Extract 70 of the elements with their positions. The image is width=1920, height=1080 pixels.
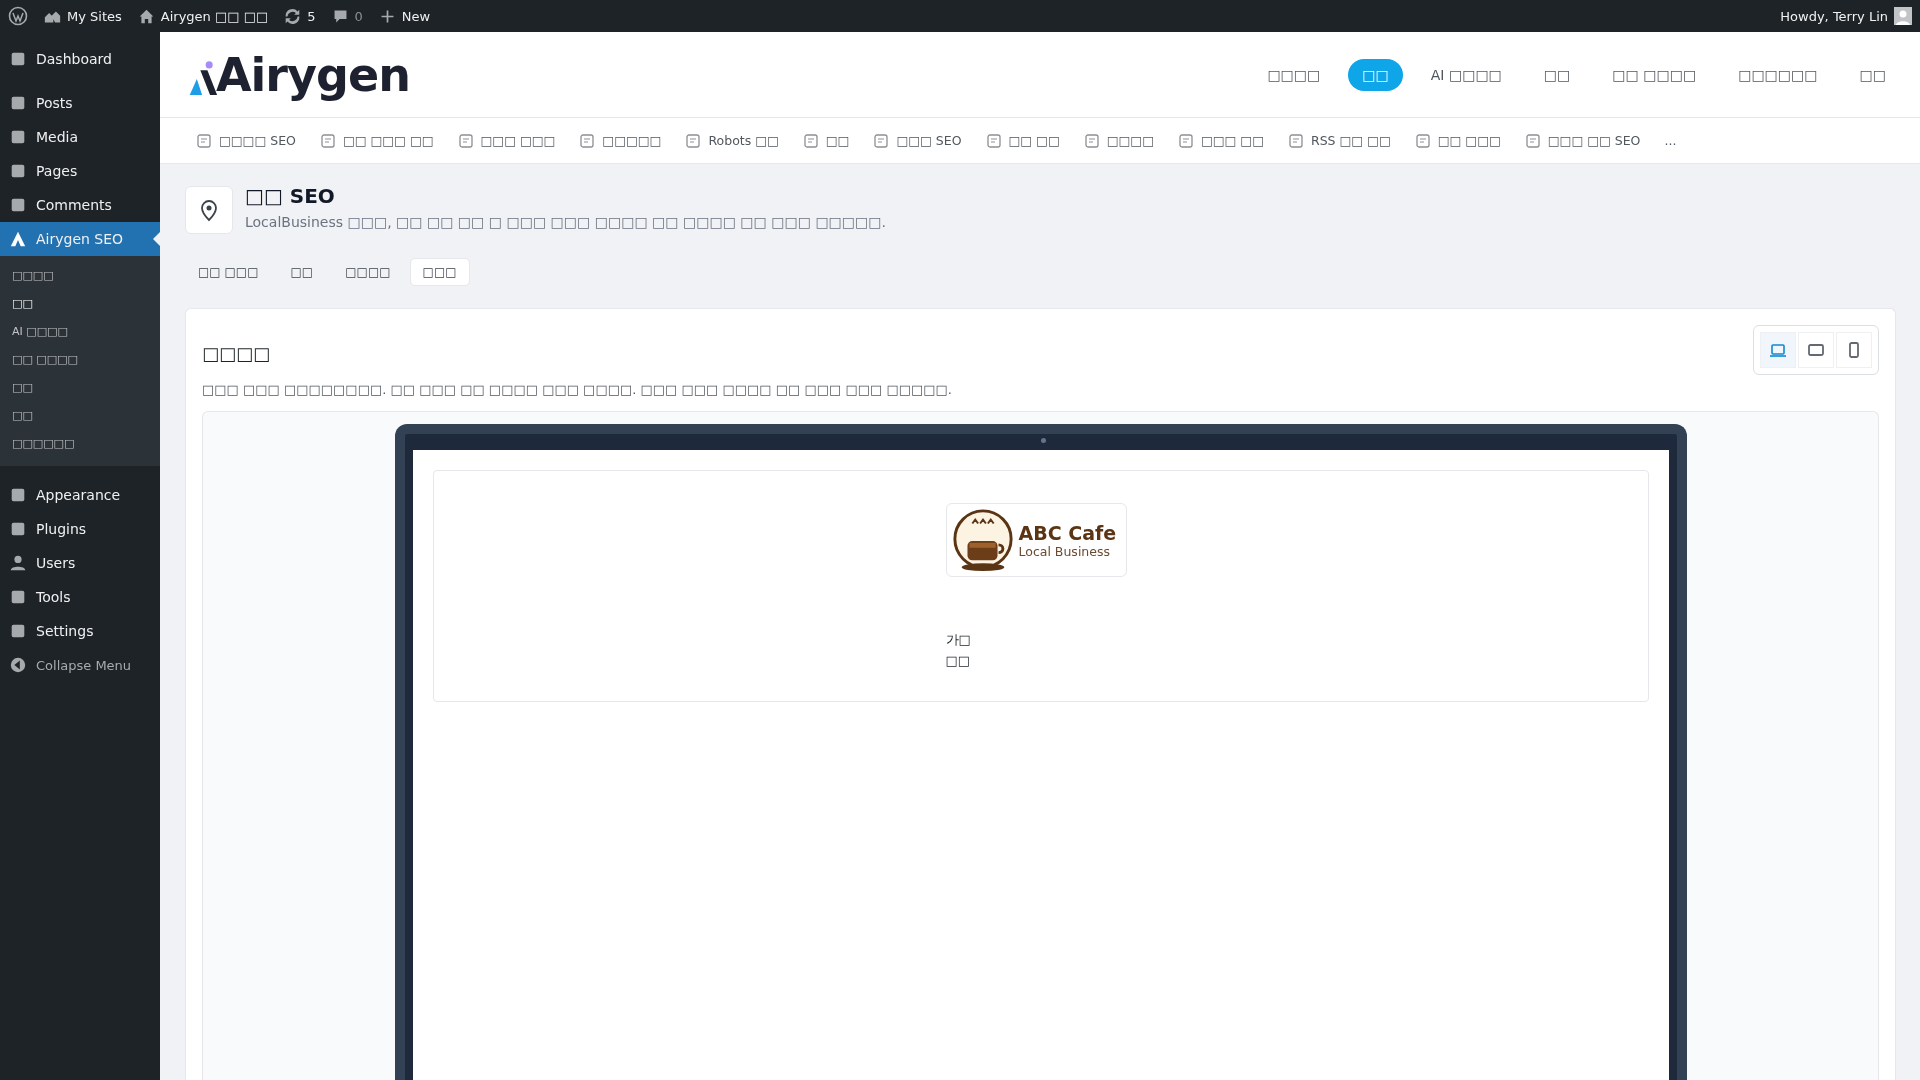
card-title: □□□□ <box>202 343 272 364</box>
comments-menu-item[interactable]: 0 <box>331 7 363 25</box>
header-nav-tab[interactable]: □□□□□□ <box>1724 58 1832 91</box>
collapse-icon <box>9 656 27 674</box>
wordpress-logo-icon[interactable] <box>8 6 28 26</box>
module-tab[interactable]: □□□□ SEO <box>196 132 296 149</box>
card-description: □□□ □□□ □□□□□□□□. □□ □□□ □□ □□□□ □□□ □□□□. □□□ □□□ □□□□ □□ □□□ □□□ □□□□□. <box>202 382 952 397</box>
home-icon <box>137 7 155 25</box>
airygen-icon <box>9 230 27 248</box>
desktop-view-button[interactable] <box>1760 332 1796 368</box>
section-tab[interactable]: □□□□ <box>332 258 404 286</box>
submenu-item[interactable]: AI □□□□ <box>0 318 160 346</box>
users-icon <box>9 554 27 572</box>
submenu-item[interactable]: □□ <box>0 290 160 318</box>
module-tab[interactable]: □□ □□ <box>985 132 1060 149</box>
sidebar-item[interactable]: Collapse Menu <box>0 648 160 682</box>
page-title: □□ SEO <box>245 184 336 208</box>
new-menu-item[interactable]: New <box>378 7 431 25</box>
submenu-item[interactable]: □□ <box>0 374 160 402</box>
module-tab[interactable]: □□□□□ <box>579 132 662 149</box>
header-nav-tab[interactable]: □□□□ <box>1253 58 1335 91</box>
module-tab[interactable]: RSS □□ □□ <box>1288 132 1391 149</box>
sidebar-item[interactable]: Users <box>0 546 160 580</box>
sidebar-item[interactable]: Pages <box>0 154 160 188</box>
module-tab[interactable]: □□ □□□ □□ <box>319 132 434 149</box>
section-tab[interactable]: □□ □□□ <box>185 258 272 286</box>
module-tab[interactable]: □□□ □□ SEO <box>1524 132 1641 149</box>
sites-menu-item[interactable]: My Sites <box>44 7 122 25</box>
module-tab[interactable]: Robots □□ <box>685 132 779 149</box>
header-nav-tab[interactable]: □□ <box>1529 58 1585 91</box>
module-tab[interactable]: □□□ □□□ <box>457 132 556 149</box>
sidebar-item[interactable]: Media <box>0 120 160 154</box>
submenu-item[interactable]: □□□□ <box>0 262 160 290</box>
home-menu-item[interactable]: Airygen □□ □□ <box>137 7 269 25</box>
module-tab[interactable]: □□ □□□ <box>1414 132 1501 149</box>
sidebar-item[interactable]: Comments <box>0 188 160 222</box>
business-text: □□ <box>945 652 972 670</box>
sidebar-item[interactable]: Tools <box>0 580 160 614</box>
section-tab[interactable]: □□□ <box>409 258 470 286</box>
camera-dot <box>1040 438 1046 443</box>
header-nav-tab[interactable]: □□ <box>1845 58 1900 91</box>
sidebar-item[interactable]: Appearance <box>0 478 160 512</box>
map-pin-icon <box>199 198 219 222</box>
sidebar-item[interactable]: Plugins <box>0 512 160 546</box>
updates-menu-item[interactable]: 5 <box>284 7 316 25</box>
module-tab[interactable]: □□ <box>802 132 850 149</box>
module-tab[interactable]: □□□□ <box>1083 132 1154 149</box>
business-name: ABC Cafe <box>1018 521 1117 544</box>
sidebar-item[interactable]: Posts <box>0 86 160 120</box>
mobile-view-button[interactable] <box>1836 332 1872 368</box>
page-description: LocalBusiness □□□, □□ □□ □□ □ □□□ □□□ □□□□ □□ □□□□ □□ □□□ □□□□□. <box>245 214 886 230</box>
submenu-item[interactable]: □□□□□□ <box>0 430 160 458</box>
coffee-cup-icon <box>950 508 1015 572</box>
sidebar-item[interactable]: Settings <box>0 614 160 648</box>
business-text: 가□ <box>945 631 972 649</box>
header-nav-tab[interactable]: AI □□□□ <box>1416 58 1516 91</box>
refresh-icon <box>284 7 302 25</box>
tablet-view-button[interactable] <box>1798 332 1834 368</box>
submenu-item[interactable]: □□ □□□□ <box>0 346 160 374</box>
sidebar-item[interactable]: Dashboard <box>0 42 160 76</box>
header-nav-tab[interactable]: □□ □□□□ <box>1598 58 1711 91</box>
module-tab[interactable]: ... <box>1664 133 1677 148</box>
submenu-item[interactable]: □□ <box>0 402 160 430</box>
business-tagline: Local Business <box>1018 543 1111 559</box>
logo-mark-icon <box>188 59 218 98</box>
sidebar-item[interactable]: Airygen SEO <box>0 222 160 256</box>
module-tab[interactable]: □□□ □□ <box>1177 132 1264 149</box>
section-tab[interactable]: □□ <box>277 258 327 286</box>
module-tab[interactable]: □□□ SEO <box>873 132 962 149</box>
greeting-link[interactable]: Howdy, Terry Lin <box>1780 8 1888 24</box>
